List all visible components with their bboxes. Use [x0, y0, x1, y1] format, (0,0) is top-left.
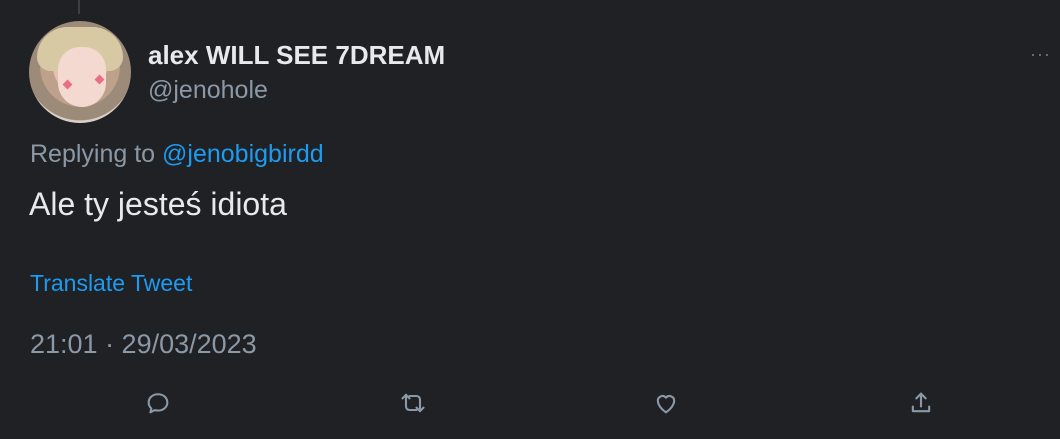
replying-to-mention[interactable]: @jenobigbirdd	[162, 140, 324, 168]
retweet-button[interactable]	[396, 386, 430, 420]
avatar[interactable]	[29, 21, 131, 123]
share-button[interactable]	[904, 386, 938, 420]
tweet-text: Ale ty jesteś idiota	[29, 186, 287, 222]
more-options-icon[interactable]: ···	[1030, 44, 1051, 65]
tweet-timestamp[interactable]: 21:01 · 29/03/2023	[30, 329, 257, 360]
retweet-icon	[401, 393, 425, 413]
tweet-card: alex WILL SEE 7DREAM @jenohole ··· Reply…	[0, 0, 1060, 439]
reply-button[interactable]	[141, 386, 175, 420]
display-name[interactable]: alex WILL SEE 7DREAM	[148, 40, 445, 71]
action-bar	[0, 386, 1060, 422]
share-icon	[911, 392, 931, 413]
reply-icon	[147, 393, 169, 414]
user-handle[interactable]: @jenohole	[148, 76, 268, 105]
replying-to-label: Replying to	[30, 140, 156, 168]
translate-tweet-link[interactable]: Translate Tweet	[30, 270, 192, 297]
like-icon	[656, 395, 676, 414]
replying-to: Replying to @jenobigbirdd	[30, 140, 324, 169]
thread-line	[78, 0, 80, 14]
like-button[interactable]	[649, 386, 683, 420]
